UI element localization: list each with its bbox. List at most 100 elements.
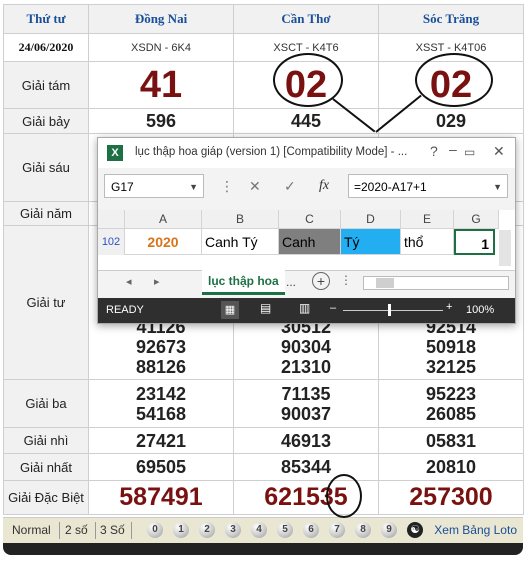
prize-label-g8: Giải tám (3, 61, 89, 109)
prize-value: 85344 (233, 453, 379, 481)
name-box[interactable]: G17 ▼ (104, 174, 204, 198)
page-bottom-edge (3, 543, 523, 555)
code-dong-nai: XSDN - 6K4 (88, 33, 234, 62)
province-can-tho[interactable]: Cần Thơ (233, 4, 379, 34)
digit-ball-9[interactable]: 9 (381, 522, 397, 538)
more-options-icon[interactable]: ⋮ (340, 273, 352, 287)
prize-value: 90037 (280, 403, 332, 424)
yin-yang-icon[interactable]: ☯ (407, 522, 423, 538)
minimize-icon[interactable]: – (449, 141, 457, 157)
prize-value: 26085 (425, 403, 477, 424)
digit-ball-1[interactable]: 1 (173, 522, 189, 538)
digit-ball-0[interactable]: 0 (147, 522, 163, 538)
cell-can[interactable]: Canh (279, 229, 341, 255)
three-digit-option[interactable]: 3 Số (100, 523, 125, 537)
prize-value: 88126 (135, 357, 187, 377)
cell-g17-selected[interactable]: 1 (454, 229, 495, 255)
prize-value: 20810 (378, 453, 524, 481)
draw-date: 24/06/2020 (3, 33, 89, 62)
display-options-bar: Normal 2 số 3 Số 0 1 2 3 4 5 6 7 8 9 ☯ X… (3, 517, 523, 544)
excel-window-title: lục thập hoa giáp (version 1) [Compatibi… (135, 146, 408, 158)
digit-ball-6[interactable]: 6 (303, 522, 319, 538)
add-sheet-icon[interactable]: + (312, 272, 330, 290)
cancel-icon[interactable]: ✕ (249, 178, 261, 195)
zoom-slider-thumb[interactable] (388, 304, 391, 316)
prize-value: 92673 (135, 337, 187, 357)
zoom-out-icon[interactable]: – (330, 302, 336, 314)
zoom-level[interactable]: 100% (466, 304, 494, 316)
column-header-d[interactable]: D (341, 210, 401, 229)
chevron-left-icon[interactable]: ◂ (126, 275, 132, 288)
digit-ball-2[interactable]: 2 (199, 522, 215, 538)
cell-year[interactable]: 2020 (125, 229, 202, 255)
zoom-slider[interactable] (343, 310, 443, 311)
prize-value: 21310 (280, 357, 332, 377)
cell-can-chi[interactable]: Canh Tý (202, 229, 279, 255)
prize-value: 69505 (88, 453, 234, 481)
normal-view-icon[interactable]: ▦ (221, 301, 239, 319)
prize-value: 23142 (135, 383, 187, 404)
chevron-right-icon[interactable]: ▸ (154, 275, 160, 288)
chevron-down-icon[interactable]: ▼ (189, 175, 198, 199)
column-header-a[interactable]: A (125, 210, 202, 229)
cell-element[interactable]: thổ (401, 229, 454, 255)
column-header-e[interactable]: E (401, 210, 454, 229)
zoom-in-icon[interactable]: + (446, 301, 452, 313)
view-loto-link[interactable]: Xem Bảng Loto (434, 523, 517, 537)
column-header-b[interactable]: B (202, 210, 279, 229)
formula-value: =2020-A17+1 (354, 180, 427, 194)
spreadsheet-grid: A B C D E G 102 2020 Canh Tý Canh Tý thổ… (98, 210, 515, 270)
special-prize-value: 257300 (378, 480, 524, 515)
province-dong-nai[interactable]: Đồng Nai (88, 4, 234, 34)
prize-label-g2: Giải nhì (3, 427, 89, 454)
excel-logo-icon: X (107, 145, 123, 161)
prize-value: 90304 (280, 337, 332, 357)
prize-value: 596 (88, 108, 234, 134)
excel-window: X lục thập hoa giáp (version 1) [Compati… (97, 137, 516, 324)
lottery-results-page: Thứ tư Đồng Nai Cần Thơ Sóc Trăng 24/06/… (0, 0, 527, 565)
chevron-down-icon[interactable]: ▼ (493, 175, 502, 199)
prize-value: 445 (233, 108, 379, 134)
prize-value: 41 (88, 61, 234, 109)
maximize-icon[interactable]: ▭ (464, 145, 475, 159)
divider (131, 522, 132, 539)
page-layout-icon[interactable]: ▤ (260, 301, 271, 315)
more-sheets[interactable]: ... (286, 275, 296, 289)
help-icon[interactable]: ? (430, 143, 438, 159)
enter-icon[interactable]: ✓ (284, 178, 296, 195)
digit-ball-7[interactable]: 7 (329, 522, 345, 538)
sheet-tab-active[interactable]: lục thập hoa (202, 270, 285, 295)
annotation-circle (326, 474, 362, 518)
prize-label-g4: Giải tư (3, 225, 89, 380)
prize-label-special: Giải Đặc Biệt (3, 480, 89, 515)
fx-icon[interactable]: fx (319, 178, 329, 194)
normal-option[interactable]: Normal (12, 523, 51, 537)
prize-value: 95223 (425, 383, 477, 404)
status-text: READY (106, 304, 144, 316)
cell-chi[interactable]: Tý (341, 229, 401, 255)
vertical-scrollbar[interactable] (499, 230, 511, 266)
column-header-c[interactable]: C (279, 210, 341, 229)
close-icon[interactable]: ✕ (493, 143, 505, 160)
prize-value: 54168 (135, 403, 187, 424)
two-digit-option[interactable]: 2 số (65, 523, 88, 537)
digit-ball-3[interactable]: 3 (225, 522, 241, 538)
scroll-thumb[interactable] (376, 278, 394, 288)
prize-label-g7: Giải bảy (3, 108, 89, 134)
divider (95, 522, 96, 539)
page-break-icon[interactable]: ▥ (299, 301, 310, 315)
formula-input[interactable]: =2020-A17+1 ▼ (348, 174, 508, 198)
prize-value: 05831 (378, 427, 524, 454)
row-header[interactable]: 102 (98, 229, 125, 255)
excel-title-bar[interactable]: X lục thập hoa giáp (version 1) [Compati… (98, 138, 515, 168)
prize-value: 46913 (233, 427, 379, 454)
prize-label-g5: Giải năm (3, 201, 89, 226)
digit-ball-4[interactable]: 4 (251, 522, 267, 538)
digit-ball-5[interactable]: 5 (277, 522, 293, 538)
horizontal-scrollbar[interactable] (363, 276, 509, 290)
select-all-corner[interactable] (98, 210, 125, 229)
digit-ball-8[interactable]: 8 (355, 522, 371, 538)
more-options-icon[interactable]: ⋮ (220, 178, 234, 195)
province-soc-trang[interactable]: Sóc Trăng (378, 4, 524, 34)
column-header-g[interactable]: G (454, 210, 499, 229)
